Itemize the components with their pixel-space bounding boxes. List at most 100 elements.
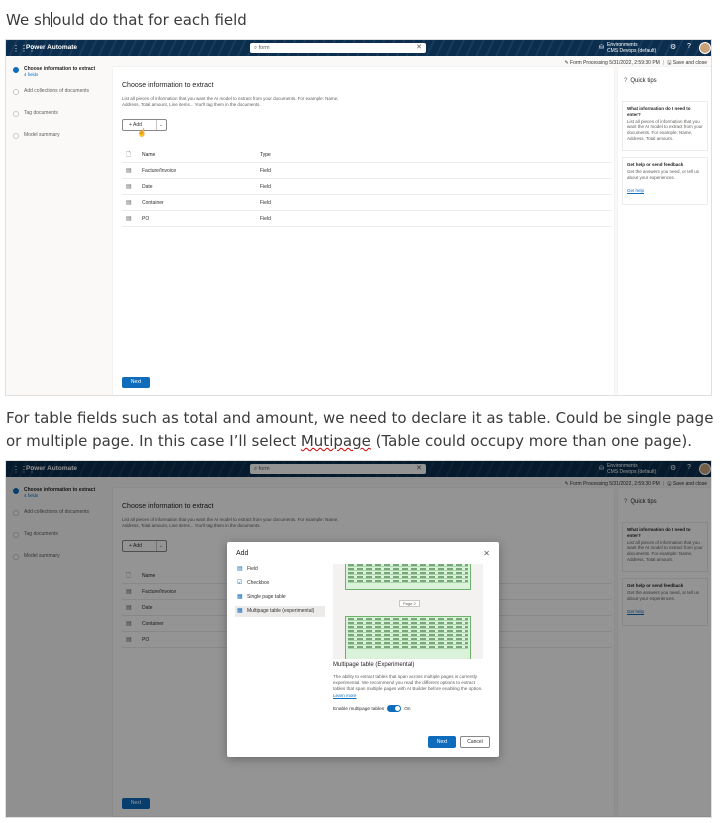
add-dialog: Add ✕ ▤ Field ☑ Checkbox ▦ Single page tabl… xyxy=(227,542,499,757)
option-label: Single page table xyxy=(247,594,286,600)
option-multipage-table[interactable]: ▦ Multipage table (experimental) xyxy=(235,606,325,617)
main-panel: Choose information to extract List all p… xyxy=(113,67,614,395)
page-description: List all pieces of information that you … xyxy=(122,96,339,107)
multipage-toggle[interactable] xyxy=(387,705,402,712)
hand-cursor-icon: ☝ xyxy=(137,128,147,137)
get-help-link[interactable]: Get help xyxy=(627,188,703,194)
step-label: Model summary xyxy=(24,132,60,138)
app-brand[interactable]: Power Automate xyxy=(26,44,77,51)
field-type: Field xyxy=(260,216,271,222)
field-icon: ▤ xyxy=(126,200,132,206)
learn-more-link[interactable]: Learn more xyxy=(333,693,357,698)
toggle-state: On xyxy=(404,706,411,712)
caption-misspelled-word: Mutipage xyxy=(300,432,371,450)
toggle-label: Enable multipage tables xyxy=(333,706,385,712)
field-name: Facture/Invoice xyxy=(142,168,177,174)
column-type[interactable]: Type xyxy=(260,147,271,163)
field-icon: ▤ xyxy=(237,566,243,572)
option-label: Multipage table (experimental) xyxy=(247,608,315,614)
table-header-row: 🗋 Name Type xyxy=(122,147,612,163)
caption-second-part2: (Table could occupy more than one page). xyxy=(370,432,692,450)
step-add-collections[interactable]: Add collections of documents xyxy=(6,88,111,110)
field-name: Container xyxy=(142,200,164,206)
tip-body: List all pieces of information that you … xyxy=(627,118,703,141)
dialog-title: Add xyxy=(236,550,249,557)
multipage-table-icon: ▦ xyxy=(237,608,243,614)
environment-icon: ⛁ xyxy=(599,45,605,51)
app-topbar: ⋮⋮⋮ Power Automate ⌕ form ✕ ⛁ Environment… xyxy=(6,40,711,56)
quick-tips-panel: ? Quick tips What information do I need t… xyxy=(618,67,711,395)
detail-body: The ability to extract tables that span … xyxy=(333,674,483,692)
screenshot-add-dialog: ⋮⋮⋮ Power Automate ⌕ form ✕ ⛁ Environment… xyxy=(5,460,712,818)
option-field[interactable]: ▤ Field xyxy=(235,564,325,575)
dialog-next-button[interactable]: Next xyxy=(428,736,456,748)
tip-body: Get the answers you need, or tell us abo… xyxy=(627,168,700,180)
field-type: Field xyxy=(260,184,271,190)
table-row[interactable]: ▤ Date Field xyxy=(122,179,612,195)
table-icon: ▦ xyxy=(237,594,243,600)
option-label: Checkbox xyxy=(247,580,270,586)
quick-tips-label: Quick tips xyxy=(630,78,657,84)
field-type: Field xyxy=(260,168,271,174)
tip-title: What information do I need to enter? xyxy=(627,106,691,117)
step-model-summary[interactable]: Model summary xyxy=(6,132,111,154)
clear-search-icon[interactable]: ✕ xyxy=(416,43,422,53)
field-icon: ▤ xyxy=(126,184,132,190)
wizard-steps: Choose information to extract 4 fields Ad… xyxy=(6,66,111,154)
file-icon: 🗋 xyxy=(126,152,131,158)
preview-sheet-page1 xyxy=(345,564,471,590)
close-icon[interactable]: ✕ xyxy=(483,549,490,558)
user-avatar[interactable] xyxy=(699,42,711,54)
option-detail-description: The ability to extract tables that span … xyxy=(333,674,488,699)
caption-first-part2: ould do that for each field xyxy=(52,11,247,29)
page-title: Choose information to extract xyxy=(122,82,214,89)
page-break-badge: Page 2 xyxy=(399,600,420,607)
save-and-close-button[interactable]: Save and close xyxy=(673,60,707,66)
tip-card-info: What information do I need to enter? List… xyxy=(622,101,708,151)
field-type: Field xyxy=(260,200,271,206)
screenshot-choose-info: ⋮⋮⋮ Power Automate ⌕ form ✕ ⛁ Environment… xyxy=(5,39,712,396)
table-row[interactable]: ▤ Facture/Invoice Field xyxy=(122,163,612,179)
search-text: form xyxy=(258,45,270,51)
field-icon: ▤ xyxy=(126,216,132,222)
quick-tips-title: ? Quick tips xyxy=(624,78,657,84)
preview-sheet-page2 xyxy=(345,616,471,659)
step-label: Tag documents xyxy=(24,110,58,116)
save-status-text: Form Processing 5/31/2022, 2:59:30 PM xyxy=(570,60,660,66)
step-dot xyxy=(13,133,19,139)
field-icon: ▤ xyxy=(126,168,132,174)
multipage-table-preview: Page 2 xyxy=(333,564,483,659)
step-choose-info[interactable]: Choose information to extract 4 fields xyxy=(6,66,111,88)
caption-first-part1: We sh xyxy=(6,11,52,29)
dialog-cancel-button[interactable]: Cancel xyxy=(460,736,490,748)
option-detail-title: Multipage table (Experimental) xyxy=(333,662,415,668)
global-search-input[interactable]: ⌕ form ✕ xyxy=(250,43,426,53)
tip-title: Get help or send feedback xyxy=(627,162,684,167)
next-button[interactable]: Next xyxy=(122,377,150,388)
tip-card-help: Get help or send feedback Get the answers… xyxy=(622,157,708,205)
step-tag-documents[interactable]: Tag documents xyxy=(6,110,111,132)
column-name[interactable]: Name xyxy=(142,147,155,163)
option-label: Field xyxy=(247,566,258,572)
step-active-dot xyxy=(13,67,19,73)
caption-second: For table fields such as total and amoun… xyxy=(6,407,718,453)
fields-table: 🗋 Name Type ▤ Facture/Invoice Field ▤ Date Fie… xyxy=(122,147,612,227)
chevron-down-icon[interactable]: ⌄ xyxy=(155,120,163,130)
table-row[interactable]: ▤ PO Field xyxy=(122,211,612,227)
environment-name: CMS Devops (default) xyxy=(607,48,657,54)
checkbox-icon: ☑ xyxy=(237,580,243,586)
field-name: PO xyxy=(142,216,150,222)
question-icon: ? xyxy=(624,78,628,84)
help-icon[interactable]: ? xyxy=(687,43,691,50)
caption-first: We should do that for each field xyxy=(6,9,247,32)
option-checkbox[interactable]: ☑ Checkbox xyxy=(235,578,325,589)
table-row[interactable]: ▤ Container Field xyxy=(122,195,612,211)
step-dot xyxy=(13,111,19,117)
multipage-toggle-row: Enable multipage tables On xyxy=(333,705,411,714)
settings-gear-icon[interactable]: ⚙ xyxy=(670,43,676,51)
option-single-page-table[interactable]: ▦ Single page table xyxy=(235,592,325,603)
step-label: Add collections of documents xyxy=(24,88,90,94)
step-sub: 4 fields xyxy=(24,72,39,77)
environment-picker[interactable]: Environments CMS Devops (default) xyxy=(607,42,656,54)
field-name: Date xyxy=(142,184,153,190)
